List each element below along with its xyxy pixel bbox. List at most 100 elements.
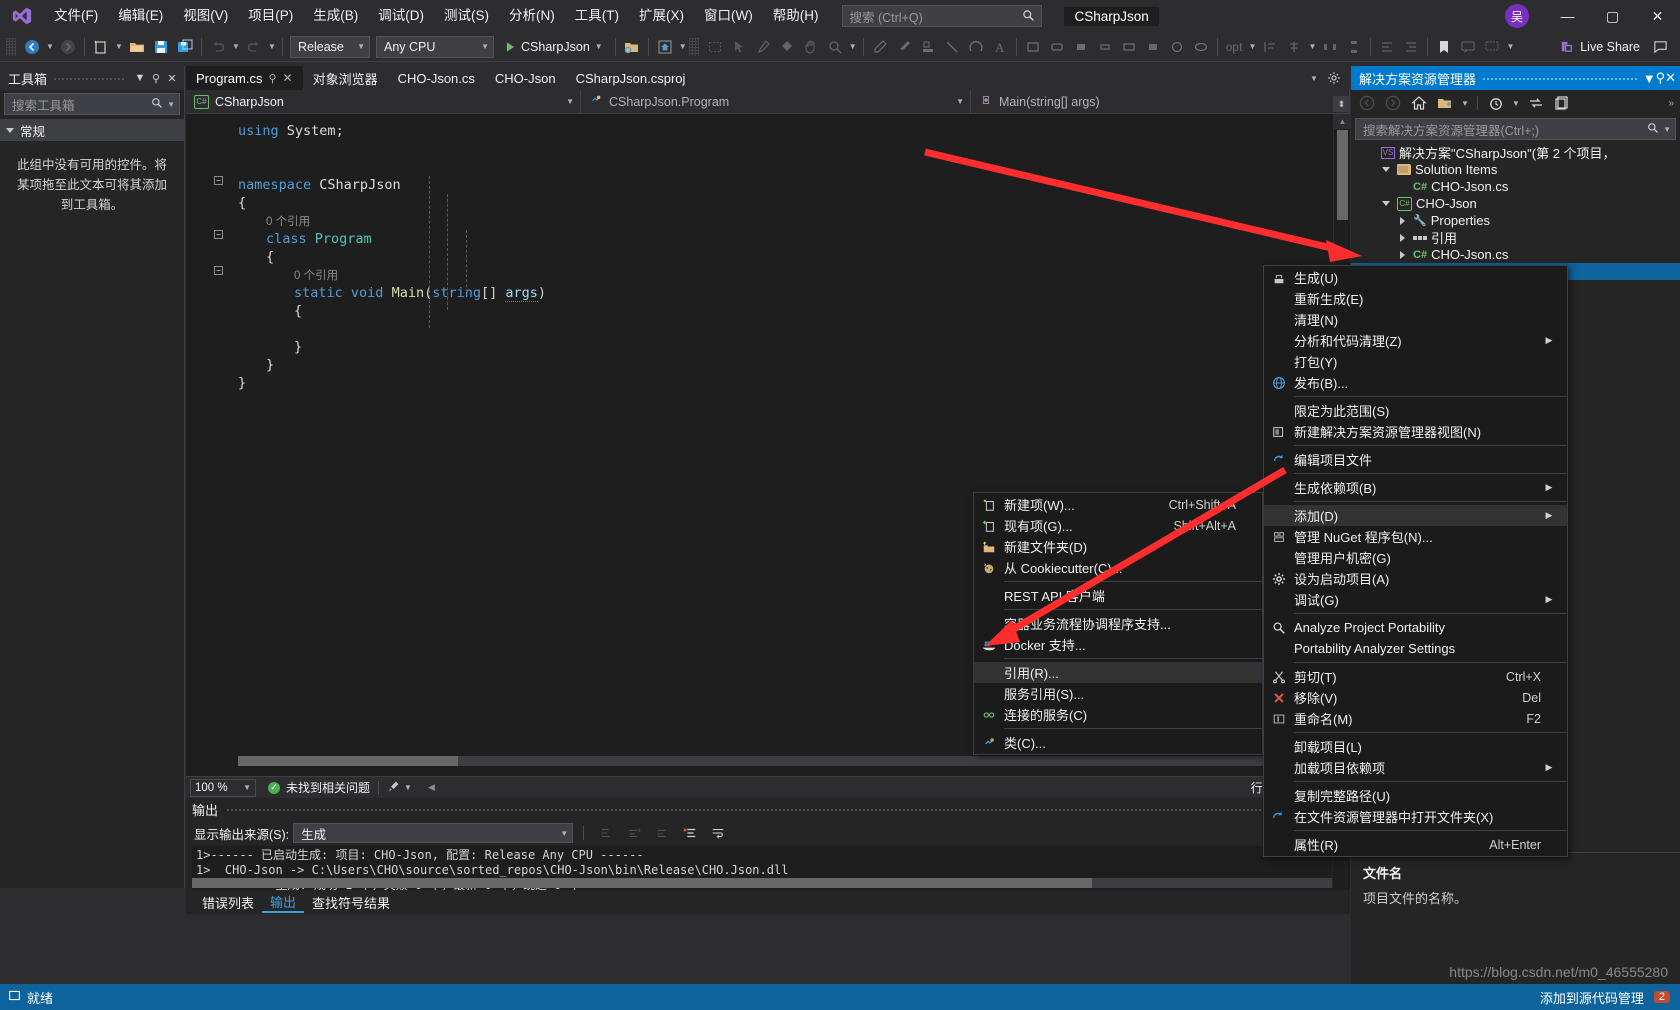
solution-tree-item-5[interactable]: 🔧 Properties [1351,212,1680,229]
select-rect-icon[interactable] [703,35,727,59]
navbar-member-combo[interactable]: Main(string[] args) ▼ [971,90,1350,113]
history-dropdown-icon[interactable]: ▼ [1510,99,1522,108]
pending-changes-icon[interactable] [1433,92,1457,114]
redo-dropdown-icon[interactable]: ▼ [266,42,278,51]
project-context-menu[interactable]: 生成(U) 重新生成(E) 清理(N) 分析和代码清理(Z) ▶ 打包(Y) 发布(B)..… [1263,265,1568,857]
output-hscroll-thumb[interactable] [192,878,1092,888]
menu-item-7[interactable]: 限定为此范围(S) [1264,400,1567,421]
solution-tree-item-7[interactable]: C# CHO-Json.cs [1351,246,1680,263]
solution-explorer-menu-icon[interactable]: ▼ [1643,71,1656,86]
distribute-h-icon[interactable] [1318,35,1342,59]
zoom-icon[interactable] [823,35,847,59]
editor-tabstrip[interactable]: Program.cs ⚲ ✕ 对象浏览器 CHO-Json.cs CHO-Json CSha… [186,66,1350,90]
solution-configuration-combo[interactable]: Release ▼ [290,35,370,58]
menu-item-10[interactable]: 生成依赖项(B) ▶ [1264,477,1567,498]
editor-tab-3[interactable]: CHO-Json.cs [388,66,485,90]
menu-item-3[interactable]: 新建文件夹(D) [974,536,1262,557]
save-all-icon[interactable] [173,35,197,59]
close-button[interactable]: ✕ [1635,0,1680,32]
output-horizontal-scrollbar[interactable] [192,878,1332,888]
properties-window-icon[interactable] [1550,92,1574,114]
menu-item-18[interactable]: 剪切(T) Ctrl+X [1264,666,1567,687]
live-share-button[interactable]: Live Share [1559,39,1640,54]
output-source-combo[interactable]: 生成 ▼ [293,823,574,843]
menu-5[interactable]: 生成(B) [303,0,368,32]
toolbar-grip[interactable] [6,37,16,56]
code-cleanup-icon[interactable] [387,780,400,796]
toolbox-pin-icon[interactable]: ⚲ [148,72,164,85]
scroll-up-icon[interactable]: ▲ [1334,114,1351,129]
solution-tree-item-2[interactable]: Solution Items [1351,161,1680,178]
open-file-icon[interactable] [125,35,149,59]
menu-item-23[interactable]: 复制完整路径(U) [1264,785,1567,806]
solution-platform-combo[interactable]: Any CPU ▼ [376,35,494,58]
menu-item-2[interactable]: 重新生成(E) [1264,288,1567,309]
menu-item-19[interactable]: 移除(V) Del [1264,687,1567,708]
pencil-icon[interactable] [868,35,892,59]
solution-explorer-icon[interactable] [620,35,644,59]
search-options-dropdown-icon[interactable]: ▼ [1663,125,1671,134]
solution-tree-item-3[interactable]: C# CHO-Json.cs [1351,178,1680,195]
menu-item-24[interactable]: 在文件资源管理器中打开文件夹(X) [1264,806,1567,827]
menu-item-15[interactable]: 调试(G) ▶ [1264,589,1567,610]
tabstrip-controls[interactable]: ▼ [1308,66,1350,90]
feedback-icon[interactable] [1648,35,1672,59]
home-dropdown-icon[interactable]: ▼ [677,42,689,51]
maximize-button[interactable]: ▢ [1590,0,1635,32]
solution-explorer-drag-handle[interactable] [1482,73,1637,83]
menu-7[interactable]: 测试(S) [434,0,499,32]
twisty-collapsed-icon[interactable] [1395,216,1409,225]
zoom-dropdown-icon[interactable]: ▼ [847,42,859,51]
navigate-backward-dropdown-icon[interactable]: ▼ [44,42,56,51]
menu-item-3[interactable]: 清理(N) [1264,309,1567,330]
menu-item-14[interactable]: 设为启动项目(A) [1264,568,1567,589]
history-icon[interactable] [1484,92,1508,114]
menu-item-20[interactable]: 重命名(M) F2 [1264,708,1567,729]
editor-tab-2[interactable]: 对象浏览器 [303,66,388,90]
menu-10[interactable]: 扩展(X) [629,0,694,32]
save-icon[interactable] [149,35,173,59]
menu-12[interactable]: 帮助(H) [763,0,829,32]
menu-item-8[interactable]: 新建解决方案资源管理器视图(N) [1264,421,1567,442]
solution-tree-item-1[interactable]: VS 解决方案"CSharpJson"(第 2 个项目， [1351,144,1680,161]
editor-navigation-bar[interactable]: C# CSharpJson ▼ CSharpJson.Program ▼ Mai… [186,90,1350,114]
bottom-tab-3[interactable]: 查找符号结果 [304,893,398,912]
ellipse-icon[interactable] [1165,35,1189,59]
align-dropdown-icon[interactable]: ▼ [1306,42,1318,51]
rect-outline-icon[interactable] [1021,35,1045,59]
minimize-button[interactable]: — [1545,0,1590,32]
go-to-next-icon[interactable] [650,822,674,844]
solution-explorer-toolbar[interactable]: ▼ ▼ » [1351,90,1680,116]
fold-toggle-class[interactable]: − [214,230,223,239]
fold-toggle-namespace[interactable]: − [214,176,223,185]
twisty-collapsed-icon[interactable] [1395,250,1409,259]
back-icon[interactable] [1355,92,1379,114]
align-left-icon[interactable] [1258,35,1282,59]
toolbox-group-general[interactable]: 常规 [0,119,184,141]
close-tab-icon[interactable]: ✕ [283,71,293,85]
hscroll-track[interactable] [238,756,1332,766]
twisty-expanded-icon[interactable] [1379,201,1393,206]
solution-explorer-pin-icon[interactable]: ⚲ [1656,70,1666,86]
menu-item-8[interactable]: 引用(R)... [974,662,1262,683]
menu-item-21[interactable]: 卸载项目(L) [1264,736,1567,757]
new-project-dropdown-icon[interactable]: ▼ [113,42,125,51]
redo-icon[interactable] [242,35,266,59]
new-project-icon[interactable] [89,35,113,59]
tab-list-dropdown-icon[interactable]: ▼ [1308,74,1320,83]
arc-icon[interactable] [964,35,988,59]
solution-explorer-close-icon[interactable]: ✕ [1665,70,1676,86]
menu-item-5[interactable]: REST API 客户端 [974,585,1262,606]
opt-dropdown-icon[interactable]: ▼ [1246,42,1258,51]
menu-item-4[interactable]: 从 Cookiecutter(C)... [974,557,1262,578]
menu-item-1[interactable]: 新建项(W)... Ctrl+Shift+A [974,494,1262,515]
bookmark-icon[interactable] [1432,35,1456,59]
menu-item-17[interactable]: Portability Analyzer Settings [1264,638,1567,659]
rect-solid-icon[interactable] [1141,35,1165,59]
menu-6[interactable]: 调试(D) [368,0,434,32]
go-to-previous-icon[interactable] [622,822,646,844]
solution-tree[interactable]: VS 解决方案"CSharpJson"(第 2 个项目， Solution Item… [1351,142,1680,280]
menu-item-7[interactable]: Docker 支持... [974,634,1262,655]
menu-item-25[interactable]: 属性(R) Alt+Enter [1264,834,1567,855]
editor-tab-1[interactable]: Program.cs ⚲ ✕ [186,66,303,90]
